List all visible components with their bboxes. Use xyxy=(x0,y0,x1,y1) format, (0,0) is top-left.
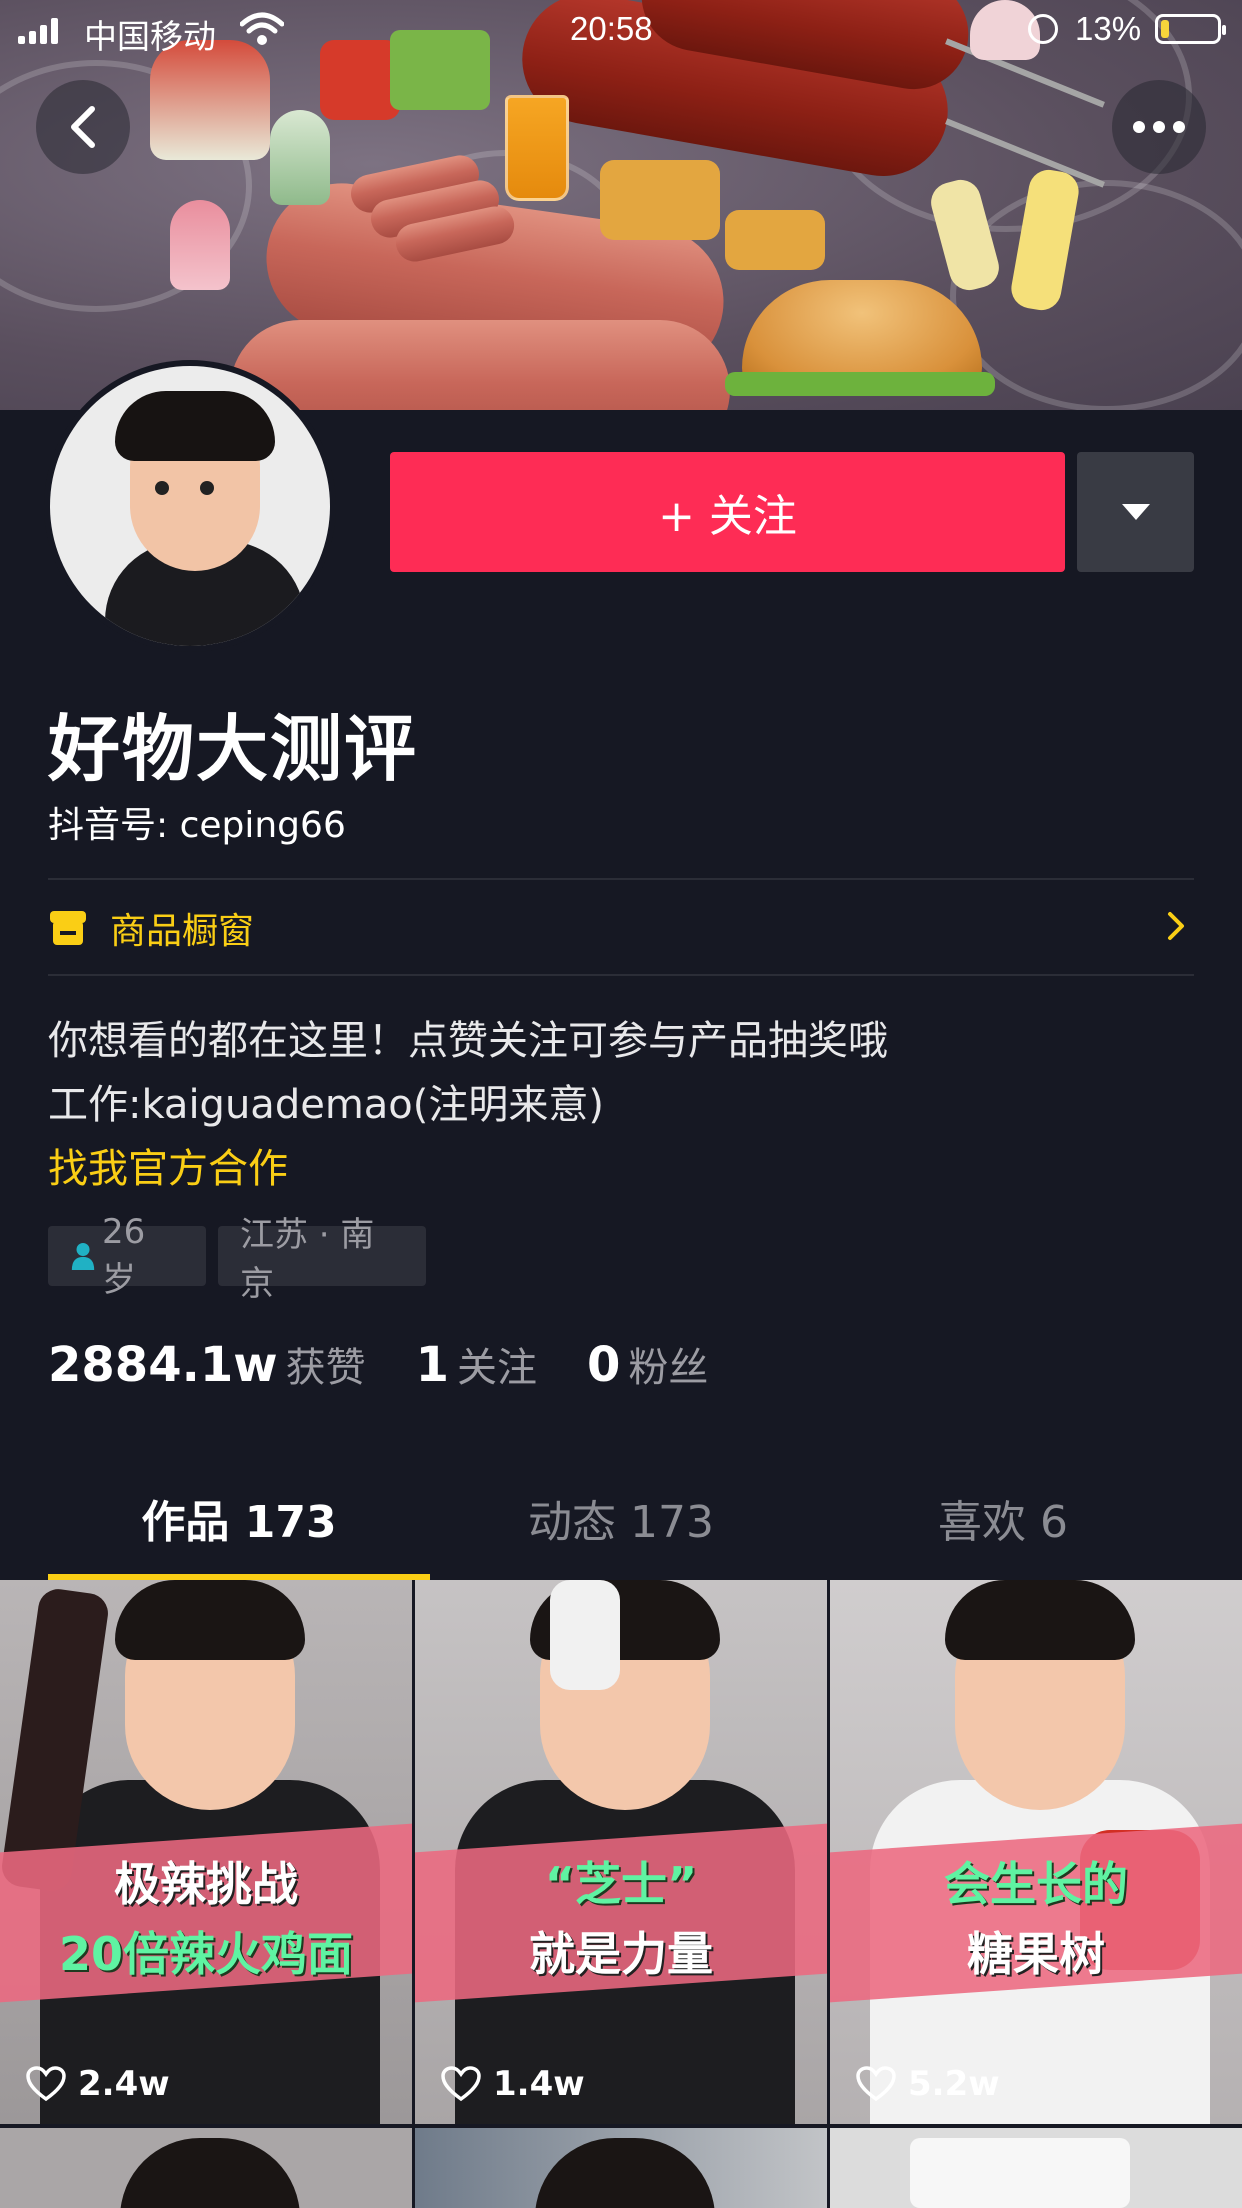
bio-line: 工作:kaiguademao(注明来意) xyxy=(48,1082,604,1128)
more-dots-icon xyxy=(1133,121,1185,133)
orientation-lock-icon xyxy=(1028,14,1058,44)
video-likes-count: 2.4w xyxy=(78,2064,170,2104)
followers-count[interactable]: 0 xyxy=(587,1337,620,1393)
clock: 20:58 xyxy=(570,10,653,47)
avatar[interactable] xyxy=(44,360,336,652)
bio-line: 你想看的都在这里！点赞关注可参与产品抽奖哦 xyxy=(48,1018,888,1064)
douyin-id[interactable]: 抖音号: ceping66 xyxy=(48,796,346,848)
video-likes: 1.4w xyxy=(441,2064,585,2104)
age-text: 26 岁 xyxy=(102,1211,146,1300)
video-likes-count: 5.2w xyxy=(908,2064,1000,2104)
back-button[interactable] xyxy=(36,80,130,174)
profile-tabs: 作品 173 动态 173 喜欢 6 xyxy=(48,1488,1194,1578)
battery-percent: 13% xyxy=(1075,10,1142,47)
chevron-right-icon xyxy=(1168,912,1184,940)
profile-name: 好物大测评 xyxy=(48,707,419,791)
battery-icon xyxy=(1155,14,1226,44)
video-caption: 极辣挑战 xyxy=(114,1857,298,1911)
tab-posts[interactable]: 动态 173 xyxy=(430,1488,812,1578)
heart-icon xyxy=(441,2066,481,2102)
age-tag: 26 岁 xyxy=(48,1212,206,1300)
triangle-down-icon xyxy=(1121,504,1150,520)
profile-stats: 2884.1w 获赞 1 关注 0 粉丝 xyxy=(48,1335,708,1393)
shop-label: 商品橱窗 xyxy=(110,911,255,952)
status-bar: 中国移动 20:58 13% xyxy=(0,0,1242,60)
video-tile[interactable] xyxy=(0,2128,412,2208)
video-tile[interactable]: 极辣挑战 20倍辣火鸡面 2.4w xyxy=(0,1580,412,2124)
heart-icon xyxy=(856,2066,896,2102)
location-text: 江苏 · 南京 xyxy=(240,1215,375,1304)
divider xyxy=(48,974,1194,976)
location-tag: 江苏 · 南京 xyxy=(218,1215,426,1304)
video-tile[interactable] xyxy=(830,2128,1242,2208)
recommend-dropdown-button[interactable] xyxy=(1077,452,1194,572)
signal-icon xyxy=(18,18,62,44)
video-likes-count: 1.4w xyxy=(493,2064,585,2104)
video-tile[interactable]: “芝士” 就是力量 1.4w xyxy=(415,1580,827,2124)
video-likes: 5.2w xyxy=(856,2064,1000,2104)
following-count[interactable]: 1 xyxy=(416,1337,449,1393)
official-cooperation-link[interactable]: 找我官方合作 xyxy=(48,1136,288,1194)
video-caption: 会生长的 xyxy=(944,1857,1128,1911)
video-likes: 2.4w xyxy=(26,2064,170,2104)
profile-banner xyxy=(0,0,1242,410)
more-button[interactable] xyxy=(1112,80,1206,174)
video-caption: “芝士” xyxy=(544,1857,698,1911)
likes-label: 获赞 xyxy=(285,1345,366,1391)
follow-label: + 关注 xyxy=(658,491,797,542)
tab-works[interactable]: 作品 173 xyxy=(48,1488,430,1578)
product-showcase-row[interactable]: 商品橱窗 xyxy=(48,880,1194,976)
followers-label[interactable]: 粉丝 xyxy=(628,1335,708,1393)
tab-likes[interactable]: 喜欢 6 xyxy=(812,1488,1194,1578)
shop-icon xyxy=(50,911,86,945)
follow-button[interactable]: + 关注 xyxy=(390,452,1065,572)
video-tile[interactable] xyxy=(415,2128,827,2208)
heart-icon xyxy=(26,2066,66,2102)
carrier-name: 中国移动 xyxy=(84,18,216,55)
video-caption: 20倍辣火鸡面 xyxy=(58,1927,353,1981)
following-label[interactable]: 关注 xyxy=(457,1335,537,1393)
video-tile[interactable]: 会生长的 糖果树 5.2w xyxy=(830,1580,1242,2124)
person-icon xyxy=(71,1242,95,1270)
video-caption: 糖果树 xyxy=(967,1927,1105,1981)
wifi-icon xyxy=(240,12,284,45)
video-caption: 就是力量 xyxy=(529,1927,713,1981)
chevron-left-icon xyxy=(71,106,95,148)
likes-count: 2884.1w xyxy=(48,1337,278,1393)
